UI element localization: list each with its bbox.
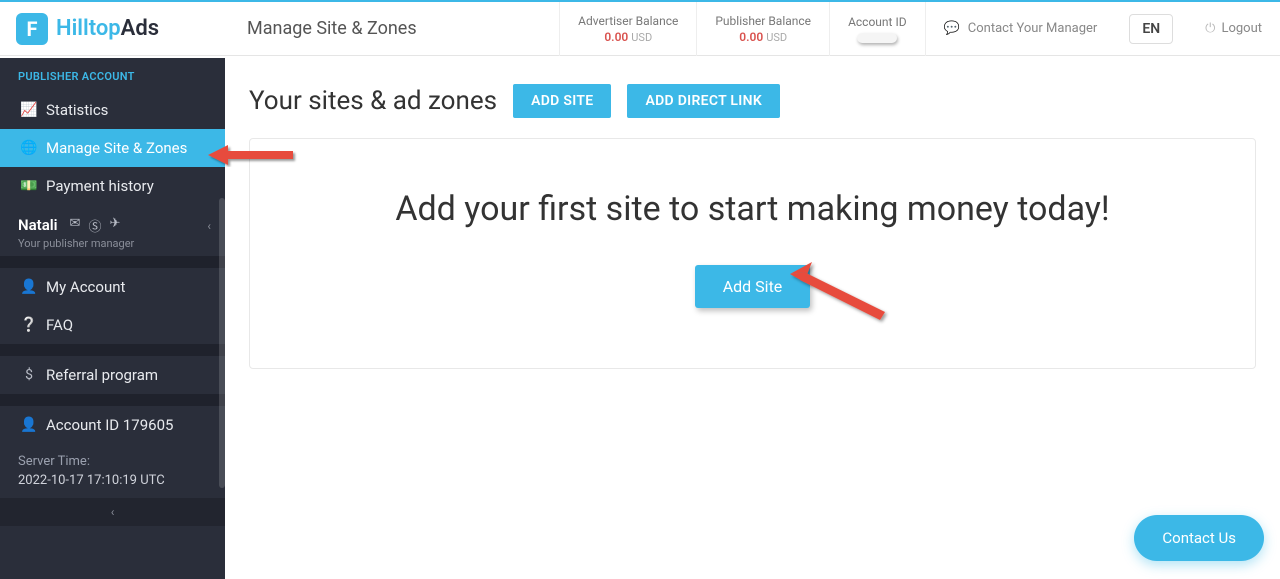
money-icon: 💵 bbox=[18, 178, 40, 194]
sidebar-item-my-account[interactable]: 👤 My Account bbox=[0, 268, 225, 306]
power-icon: ⏻ bbox=[1205, 21, 1215, 36]
panel-heading: Add your first site to start making mone… bbox=[290, 189, 1215, 229]
sidebar-item-label: Payment history bbox=[46, 177, 154, 195]
sidebar-item-referral[interactable]: $ Referral program bbox=[0, 356, 225, 394]
add-site-button-top[interactable]: ADD SITE bbox=[513, 84, 611, 118]
logout-link[interactable]: ⏻ Logout bbox=[1187, 21, 1280, 36]
manager-subtitle: Your publisher manager bbox=[18, 237, 207, 250]
logo-text: HilltopAds bbox=[56, 16, 159, 41]
page-title: Manage Site & Zones bbox=[225, 18, 417, 39]
manager-name: Natali bbox=[18, 216, 58, 234]
top-header: F HilltopAds Manage Site & Zones Adverti… bbox=[0, 2, 1280, 56]
language-button[interactable]: EN bbox=[1129, 14, 1173, 44]
sidebar-item-faq[interactable]: ❔ FAQ bbox=[0, 306, 225, 344]
sidebar: PUBLISHER ACCOUNT 📈 Statistics 🌐 Manage … bbox=[0, 58, 225, 579]
chevron-left-icon: ‹ bbox=[207, 219, 211, 233]
chat-icon: 💬 bbox=[944, 21, 960, 36]
chevron-left-icon: ‹ bbox=[111, 505, 115, 519]
empty-state-panel: Add your first site to start making mone… bbox=[249, 138, 1256, 369]
globe-icon: 🌐 bbox=[18, 140, 40, 156]
advertiser-balance: Advertiser Balance 0.00USD bbox=[559, 2, 696, 56]
sidebar-item-manage-sites[interactable]: 🌐 Manage Site & Zones bbox=[0, 129, 225, 167]
contact-manager-link[interactable]: 💬 Contact Your Manager bbox=[925, 2, 1116, 56]
sidebar-item-label: Account ID 179605 bbox=[46, 416, 173, 434]
user-icon: 👤 bbox=[18, 417, 40, 433]
main-title: Your sites & ad zones bbox=[249, 86, 497, 116]
skype-icon[interactable]: Ⓢ bbox=[88, 216, 101, 235]
mail-icon[interactable]: ✉ bbox=[70, 216, 81, 235]
sidebar-section-header: PUBLISHER ACCOUNT bbox=[0, 58, 225, 91]
sidebar-item-statistics[interactable]: 📈 Statistics bbox=[0, 91, 225, 129]
question-icon: ❔ bbox=[18, 317, 40, 333]
sidebar-server-time: Server Time: 2022-10-17 17:10:19 UTC bbox=[0, 444, 225, 498]
sidebar-collapse-button[interactable]: ‹ bbox=[0, 498, 225, 526]
add-site-button-main[interactable]: Add Site bbox=[695, 265, 811, 308]
sidebar-manager-block[interactable]: Natali ✉ Ⓢ ✈ ‹ Your publisher manager bbox=[0, 205, 225, 256]
user-icon: 👤 bbox=[18, 279, 40, 295]
contact-us-button[interactable]: Contact Us bbox=[1134, 515, 1264, 561]
sidebar-item-label: Manage Site & Zones bbox=[46, 139, 187, 157]
sidebar-item-label: Referral program bbox=[46, 366, 158, 384]
logo-icon: F bbox=[16, 13, 48, 45]
add-direct-link-button[interactable]: ADD DIRECT LINK bbox=[627, 84, 780, 118]
dollar-icon: $ bbox=[18, 367, 40, 383]
sidebar-item-account-id[interactable]: 👤 Account ID 179605 bbox=[0, 406, 225, 444]
chart-icon: 📈 bbox=[18, 102, 40, 118]
telegram-icon[interactable]: ✈ bbox=[109, 216, 120, 235]
sidebar-item-label: My Account bbox=[46, 278, 125, 296]
main-content: Your sites & ad zones ADD SITE ADD DIREC… bbox=[225, 58, 1280, 395]
sidebar-item-payment-history[interactable]: 💵 Payment history bbox=[0, 167, 225, 205]
logo[interactable]: F HilltopAds bbox=[0, 2, 225, 56]
account-id-header: Account ID bbox=[829, 2, 925, 56]
publisher-balance: Publisher Balance 0.00USD bbox=[696, 2, 829, 56]
sidebar-item-label: Statistics bbox=[46, 101, 108, 119]
sidebar-item-label: FAQ bbox=[46, 316, 73, 334]
